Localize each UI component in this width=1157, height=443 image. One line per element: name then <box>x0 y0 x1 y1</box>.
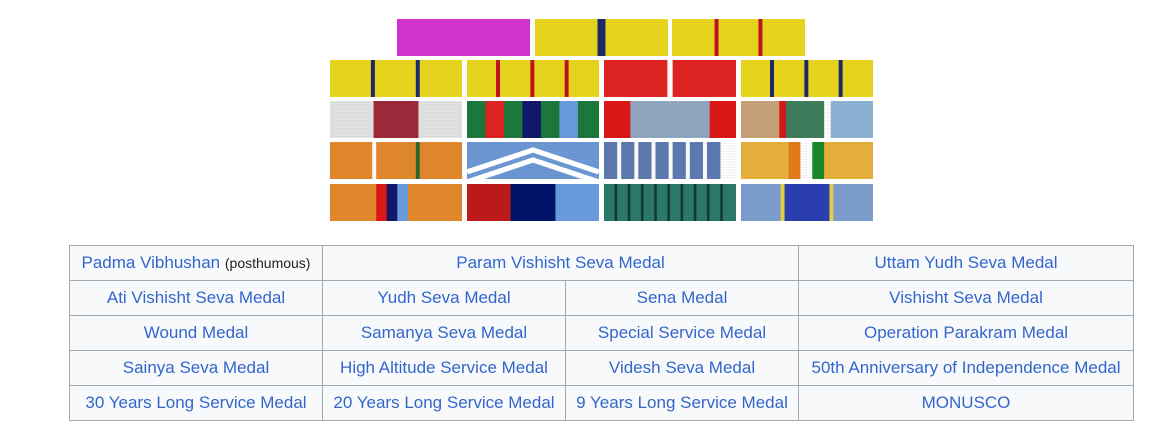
table-row: Sainya Seva Medal High Altitude Service M… <box>69 350 1135 386</box>
ribbon-uttam-yudh-seva-medal <box>672 19 805 56</box>
ribbon-sena-medal <box>604 60 736 97</box>
table-cell: 30 Years Long Service Medal <box>69 385 323 421</box>
award-link[interactable]: Vishisht Seva Medal <box>889 288 1043 307</box>
table-cell: MONUSCO <box>798 385 1135 421</box>
table-cell: High Altitude Service Medal <box>322 350 566 386</box>
ribbon-high-altitude-service-medal <box>467 142 599 179</box>
table-cell: 20 Years Long Service Medal <box>322 385 566 421</box>
ribbon-20-years-long-service-medal <box>467 184 599 221</box>
award-link[interactable]: 30 Years Long Service Medal <box>85 393 306 412</box>
award-link[interactable]: 20 Years Long Service Medal <box>333 393 554 412</box>
table-cell: Operation Parakram Medal <box>798 315 1135 351</box>
table-cell: Videsh Seva Medal <box>564 350 800 386</box>
award-link[interactable]: Sainya Seva Medal <box>123 358 269 377</box>
ribbon-videsh-seva-medal <box>604 142 736 179</box>
table-cell: Sena Medal <box>564 280 800 316</box>
ribbon-9-years-long-service-medal <box>604 184 736 221</box>
award-link[interactable]: 50th Anniversary of Independence Medal <box>811 358 1120 377</box>
ribbon-rack <box>0 0 1157 240</box>
award-link[interactable]: Ati Vishisht Seva Medal <box>107 288 285 307</box>
award-link[interactable]: Videsh Seva Medal <box>609 358 755 377</box>
award-link[interactable]: Special Service Medal <box>598 323 766 342</box>
ribbon-vishisht-seva-medal <box>741 60 873 97</box>
table-cell: Wound Medal <box>69 315 323 351</box>
table-row: Ati Vishisht Seva Medal Yudh Seva Medal Se… <box>69 280 1135 316</box>
award-link[interactable]: Uttam Yudh Seva Medal <box>875 253 1058 272</box>
award-link[interactable]: MONUSCO <box>922 393 1011 412</box>
ribbon-yudh-seva-medal <box>467 60 599 97</box>
table-cell: Special Service Medal <box>564 315 800 351</box>
ribbon-wound-medal <box>330 101 462 138</box>
table-cell: Yudh Seva Medal <box>322 280 566 316</box>
award-link[interactable]: Param Vishisht Seva Medal <box>456 253 665 272</box>
table-cell: Samanya Seva Medal <box>322 315 566 351</box>
ribbon-30-years-long-service-medal <box>330 184 462 221</box>
ribbon-special-service-medal <box>604 101 736 138</box>
table-cell: 50th Anniversary of Independence Medal <box>798 350 1135 386</box>
ribbon-50th-anniversary-independence-medal <box>741 142 873 179</box>
award-link[interactable]: 9 Years Long Service Medal <box>576 393 788 412</box>
award-link[interactable]: Wound Medal <box>144 323 249 342</box>
table-cell: Param Vishisht Seva Medal <box>321 245 800 281</box>
table-cell: Uttam Yudh Seva Medal <box>798 245 1135 281</box>
ribbon-operation-parakram-medal <box>741 101 873 138</box>
award-link[interactable]: Samanya Seva Medal <box>361 323 527 342</box>
award-link[interactable]: High Altitude Service Medal <box>340 358 548 377</box>
table-row: 30 Years Long Service Medal 20 Years Long… <box>69 385 1135 421</box>
table-cell: Padma Vibhushan (posthumous) <box>69 245 323 281</box>
table-cell: 9 Years Long Service Medal <box>564 385 800 421</box>
award-note: (posthumous) <box>224 255 311 271</box>
ribbon-monusco <box>741 184 873 221</box>
award-link[interactable]: Sena Medal <box>637 288 728 307</box>
ribbon-ati-vishisht-seva-medal <box>330 60 462 97</box>
awards-table: Padma Vibhushan (posthumous) Param Vishis… <box>69 245 1135 421</box>
table-row: Padma Vibhushan (posthumous) Param Vishis… <box>69 245 1135 281</box>
ribbon-padma-vibhushan <box>397 19 530 56</box>
table-row: Wound Medal Samanya Seva Medal Special Ser… <box>69 315 1135 351</box>
ribbon-samanya-seva-medal <box>467 101 599 138</box>
table-cell: Vishisht Seva Medal <box>798 280 1135 316</box>
table-cell: Sainya Seva Medal <box>69 350 323 386</box>
ribbon-sainya-seva-medal <box>330 142 462 179</box>
ribbon-param-vishisht-seva-medal <box>535 19 668 56</box>
award-link[interactable]: Operation Parakram Medal <box>864 323 1068 342</box>
table-cell: Ati Vishisht Seva Medal <box>69 280 323 316</box>
award-link[interactable]: Yudh Seva Medal <box>377 288 510 307</box>
award-link[interactable]: Padma Vibhushan <box>82 253 221 272</box>
